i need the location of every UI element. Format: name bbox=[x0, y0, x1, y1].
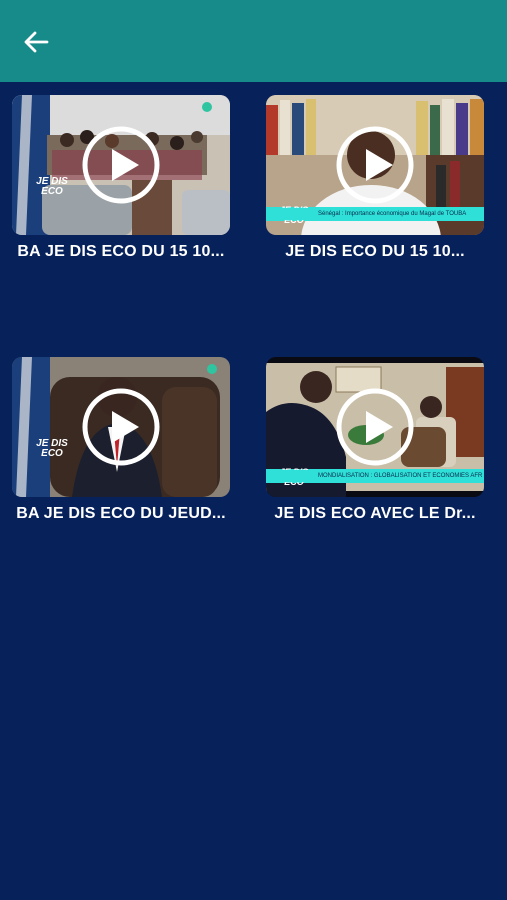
video-thumbnail[interactable]: JE DIS ECO bbox=[12, 95, 230, 235]
video-card[interactable]: JE DIS ECO Sénégal : Importance économiq… bbox=[266, 95, 484, 261]
video-title[interactable]: JE DIS ECO DU 15 10... bbox=[266, 243, 484, 261]
video-title[interactable]: BA JE DIS ECO DU JEUD... bbox=[12, 505, 230, 523]
video-title[interactable]: JE DIS ECO AVEC LE Dr... bbox=[266, 505, 484, 523]
video-grid: JE DIS ECO BA JE DIS ECO DU 15 10... ECO… bbox=[0, 0, 507, 900]
show-logo: JE DIS ECO bbox=[36, 438, 68, 459]
video-banner: MONDIALISATION : GLOBALISATION ET ECONOM… bbox=[268, 470, 482, 482]
play-icon[interactable] bbox=[335, 125, 415, 205]
video-card[interactable]: JE DIS ECO BA JE DIS ECO DU JEUD... bbox=[12, 357, 230, 523]
video-card[interactable]: JE DIS ECO MONDIALISATION : GLOBALISATIO… bbox=[266, 357, 484, 523]
video-thumbnail[interactable]: JE DIS ECO Sénégal : Importance économiq… bbox=[266, 95, 484, 235]
video-title[interactable]: BA JE DIS ECO DU 15 10... bbox=[12, 243, 230, 261]
video-banner: Sénégal : Importance économique du Magal… bbox=[268, 208, 482, 220]
play-icon[interactable] bbox=[81, 125, 161, 205]
video-thumbnail[interactable]: JE DIS ECO bbox=[12, 357, 230, 497]
play-icon[interactable] bbox=[335, 387, 415, 467]
play-icon[interactable] bbox=[81, 387, 161, 467]
video-thumbnail[interactable]: JE DIS ECO MONDIALISATION : GLOBALISATIO… bbox=[266, 357, 484, 497]
show-logo: JE DIS ECO bbox=[36, 176, 68, 197]
video-card[interactable]: JE DIS ECO BA JE DIS ECO DU 15 10... bbox=[12, 95, 230, 261]
